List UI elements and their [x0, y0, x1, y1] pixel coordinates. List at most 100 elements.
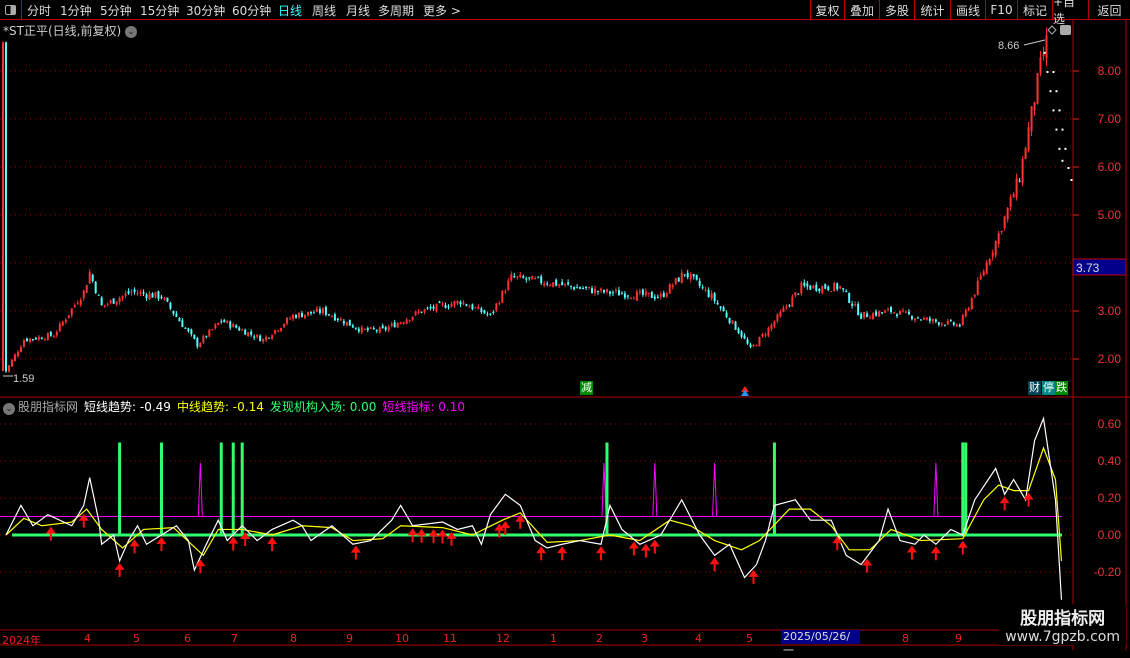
candle — [450, 303, 453, 308]
buy-arrow-icon — [961, 547, 964, 555]
short-signal-spike — [197, 462, 203, 517]
candle — [922, 318, 925, 320]
candle — [85, 285, 88, 293]
candle — [324, 307, 327, 315]
candle — [791, 296, 794, 308]
candle — [779, 311, 782, 317]
chevron-down-icon[interactable]: ⌄ — [3, 403, 15, 415]
candle — [187, 328, 190, 332]
candle — [244, 329, 247, 335]
candle — [402, 322, 405, 324]
candle — [265, 336, 268, 341]
candle — [417, 311, 420, 314]
x-axis-label: 4 — [84, 632, 91, 645]
chart-canvas[interactable]: 8.00 7.00 6.00 5.00 3.00 2.00 3.73 8.66 1.59 0.60… — [0, 0, 1130, 650]
candle — [193, 334, 196, 339]
buy-arrow-icon — [600, 553, 602, 561]
institution-spike — [772, 442, 776, 535]
candle — [447, 306, 450, 308]
candle — [626, 295, 629, 297]
candle — [4, 42, 7, 372]
candle — [851, 303, 854, 306]
candle — [468, 306, 471, 308]
candle — [238, 327, 241, 331]
candle — [934, 319, 937, 322]
candle — [650, 291, 653, 298]
candle — [271, 335, 274, 339]
buy-arrow-icon — [866, 565, 869, 573]
candle — [459, 301, 462, 305]
candle — [480, 308, 483, 313]
candle — [286, 317, 289, 324]
candle — [1003, 216, 1006, 229]
fall-badge: 跌 — [1055, 381, 1068, 395]
candle — [1012, 194, 1015, 198]
candle — [767, 327, 770, 337]
candle — [872, 313, 875, 320]
candle — [803, 282, 806, 286]
buy-arrow-icon — [428, 529, 439, 537]
candle — [387, 326, 390, 331]
buy-arrow-icon — [133, 546, 136, 554]
short-trend-value: 短线趋势: -0.49 — [84, 400, 171, 414]
candle — [519, 274, 522, 277]
candle — [842, 288, 845, 290]
buy-arrow-icon — [114, 562, 125, 570]
candle — [1015, 178, 1018, 198]
candle — [301, 313, 303, 318]
candle — [761, 334, 764, 337]
reduce-badge: 减 — [580, 381, 593, 395]
x-axis-label: 2 — [596, 632, 603, 645]
candle — [250, 331, 253, 335]
candle — [423, 309, 426, 313]
candle — [118, 298, 121, 303]
indicator-tick-label: 0.00 — [1098, 528, 1122, 542]
candle — [292, 314, 295, 319]
candle — [312, 312, 315, 314]
candle — [839, 286, 842, 289]
candle — [994, 240, 997, 256]
candle — [280, 327, 283, 332]
x-axis-label: 9 — [346, 632, 353, 645]
candle — [226, 320, 229, 323]
short-signal-spike — [712, 462, 718, 517]
buy-arrow-icon — [644, 550, 647, 558]
candle — [827, 286, 830, 290]
candle — [704, 289, 707, 291]
short-trend-line — [5, 416, 1063, 600]
candle — [719, 306, 722, 309]
candle — [585, 286, 588, 288]
candle — [561, 282, 564, 286]
candle — [37, 336, 40, 340]
candle — [157, 291, 160, 299]
candle — [644, 291, 647, 296]
candle — [465, 304, 468, 306]
projection-dot — [1067, 167, 1070, 169]
candle — [961, 315, 964, 325]
candle — [629, 297, 632, 299]
candle — [52, 336, 55, 338]
candle — [139, 292, 142, 294]
finance-badge: 财 — [1028, 381, 1041, 395]
indicator-tick-label: 0.20 — [1098, 491, 1122, 505]
buy-arrow-icon — [713, 564, 716, 572]
buy-arrow-icon — [1027, 499, 1030, 507]
x-axis-label: 5 — [746, 632, 753, 645]
buy-arrow-icon — [244, 539, 247, 547]
candle — [253, 336, 256, 338]
candle — [833, 282, 836, 292]
candle — [522, 276, 525, 278]
candle — [133, 289, 136, 292]
candle — [600, 288, 602, 291]
buy-arrow-icon — [999, 496, 1010, 504]
candle — [620, 293, 623, 295]
candle — [597, 290, 600, 292]
candle — [1006, 207, 1009, 220]
price-tick-label: 5.00 — [1098, 208, 1122, 222]
mid-trend-value: 中线趋势: -0.14 — [176, 400, 264, 414]
candle — [680, 272, 683, 283]
candle — [824, 284, 827, 289]
candle — [184, 327, 187, 329]
candle — [916, 317, 919, 319]
candle — [976, 280, 979, 295]
